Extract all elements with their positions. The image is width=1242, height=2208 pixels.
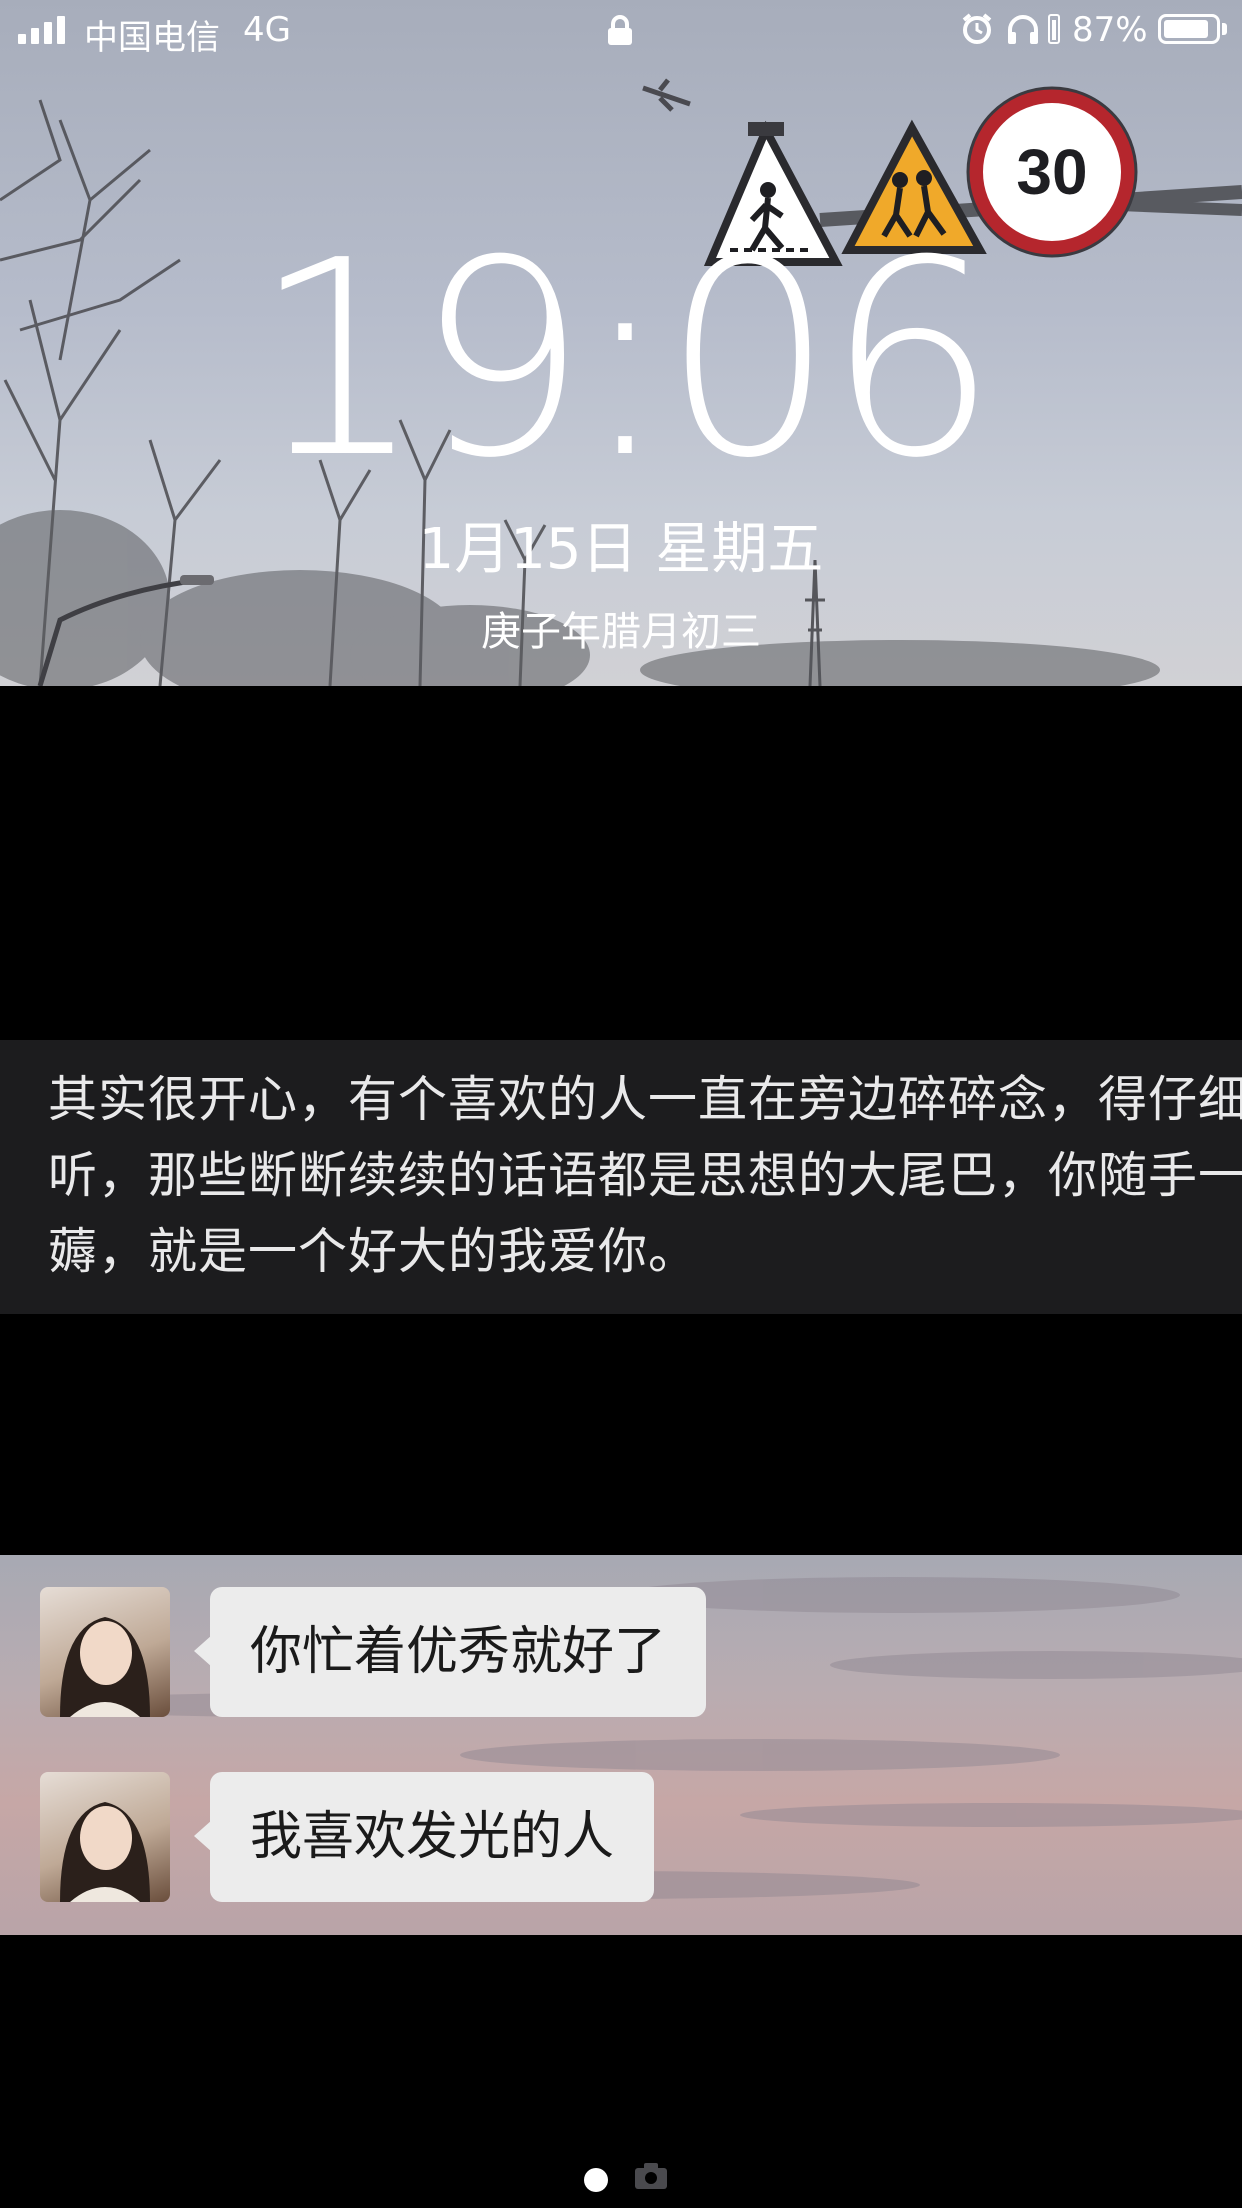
headphones-icon xyxy=(1006,12,1040,46)
battery-icon xyxy=(1158,14,1220,44)
page-dot[interactable] xyxy=(584,2168,608,2192)
network-type: 4G xyxy=(243,10,291,50)
alarm-icon xyxy=(960,12,994,46)
headphone-battery-icon xyxy=(1048,14,1060,44)
chat-screenshot: 你忙着优秀就好了 我喜欢发光的人 xyxy=(0,1555,1242,1935)
speed-sign-text: 30 xyxy=(1016,136,1087,208)
carrier-name: 中国电信 xyxy=(84,18,220,58)
avatar[interactable] xyxy=(40,1587,170,1717)
message-panel: 其实很开心，有个喜欢的人一直在旁边碎碎念，得仔细听，那些断断续续的话语都是思想的… xyxy=(0,1040,1242,1314)
lockscreen-date: 1月15日 星期五 xyxy=(418,517,824,582)
camera-icon[interactable] xyxy=(634,2162,668,2194)
signal-icon xyxy=(18,0,74,58)
chat-bubble[interactable]: 我喜欢发光的人 xyxy=(210,1772,655,1902)
status-bar: 中国电信 4G 87% xyxy=(0,0,1242,58)
lockscreen-time: 19:06 xyxy=(251,202,998,517)
lunar-date: 庚子年腊月初三 xyxy=(481,609,761,655)
chat-bubble[interactable]: 你忙着优秀就好了 xyxy=(210,1587,707,1717)
battery-tip xyxy=(1222,23,1227,35)
message-text: 其实很开心，有个喜欢的人一直在旁边碎碎念，得仔细听，那些断断续续的话语都是思想的… xyxy=(48,1071,1242,1280)
battery-percent: 87% xyxy=(1072,10,1148,50)
battery-level xyxy=(1164,20,1208,38)
avatar[interactable] xyxy=(40,1772,170,1902)
lock-icon xyxy=(606,14,634,45)
